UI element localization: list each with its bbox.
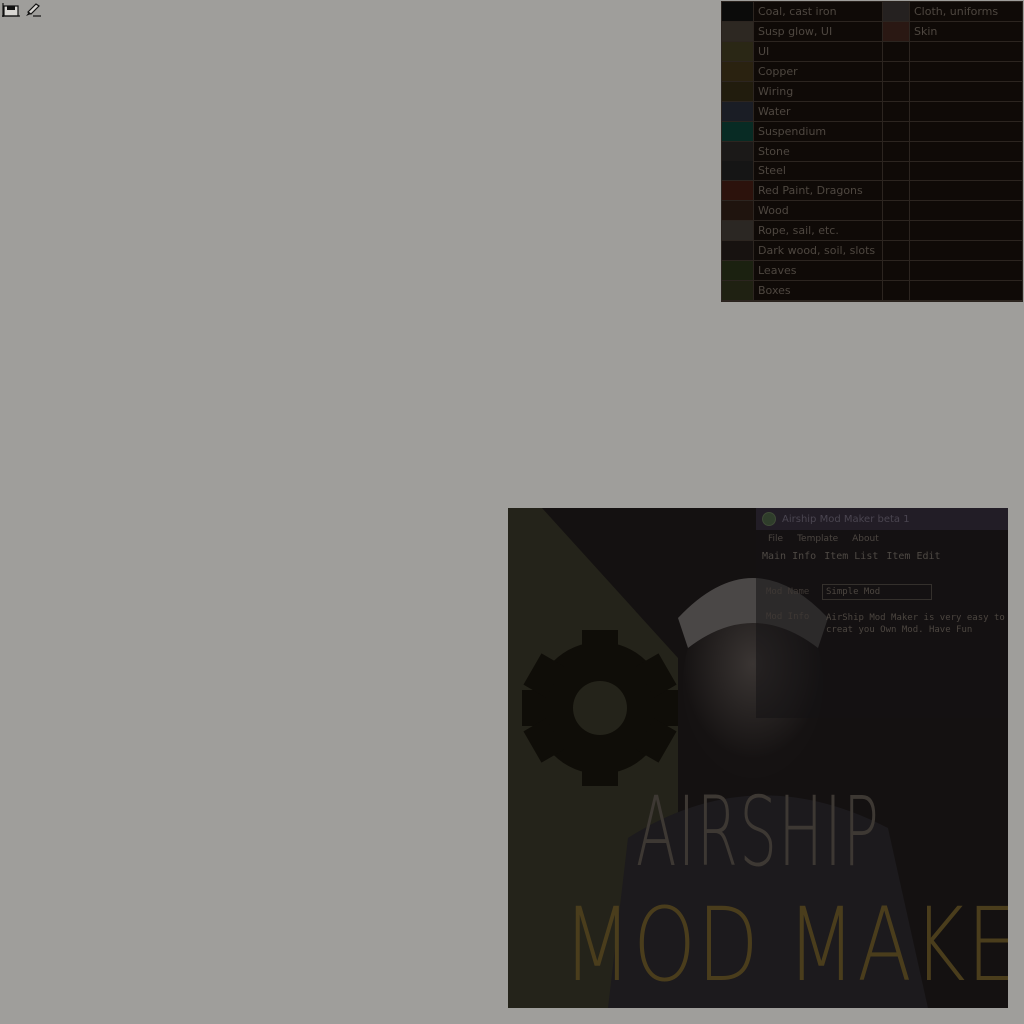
- mod-info-label: Mod Info: [766, 612, 810, 622]
- color-swatch[interactable]: [722, 281, 754, 301]
- color-swatch-secondary[interactable]: [882, 161, 910, 181]
- color-swatch-secondary[interactable]: [882, 241, 910, 261]
- palette-row-label: Stone: [758, 144, 790, 158]
- color-swatch-secondary[interactable]: [882, 81, 910, 101]
- palette-row-label: Susp glow, UI: [758, 24, 833, 38]
- color-swatch[interactable]: [722, 2, 754, 21]
- color-swatch[interactable]: [722, 21, 754, 41]
- color-swatch-secondary[interactable]: [882, 181, 910, 201]
- palette-row-label: Suspendium: [758, 124, 827, 138]
- palette-row[interactable]: Rope, sail, etc.: [722, 221, 1022, 242]
- tab-main-info[interactable]: Main Info: [762, 551, 816, 562]
- window-titlebar: Airship Mod Maker beta 1: [756, 508, 1008, 530]
- palette-row[interactable]: Red Paint, Dragons: [722, 181, 1022, 202]
- color-swatch[interactable]: [722, 261, 754, 281]
- brush-icon[interactable]: [24, 1, 42, 17]
- color-swatch-secondary[interactable]: [882, 2, 910, 21]
- color-swatch-secondary[interactable]: [882, 261, 910, 281]
- color-swatch[interactable]: [722, 241, 754, 261]
- palette-row[interactable]: Leaves: [722, 261, 1022, 282]
- color-swatch-secondary[interactable]: [882, 101, 910, 121]
- palette-row-label: Coal, cast iron: [758, 5, 837, 18]
- palette-row[interactable]: Suspendium: [722, 121, 1022, 142]
- save-icon[interactable]: [2, 1, 20, 17]
- palette-row[interactable]: Water: [722, 101, 1022, 122]
- palette-row-label-secondary: Cloth, uniforms: [914, 5, 999, 18]
- palette-row[interactable]: Susp glow, UI Skin: [722, 21, 1022, 42]
- color-swatch[interactable]: [722, 121, 754, 141]
- color-swatch-secondary[interactable]: [882, 21, 910, 41]
- color-swatch[interactable]: [722, 161, 754, 181]
- color-swatch-secondary[interactable]: [882, 141, 910, 161]
- menu-file[interactable]: File: [768, 534, 783, 544]
- palette-row[interactable]: Dark wood, soil, slots: [722, 241, 1022, 262]
- cover-title-airship: AIRSHIP: [635, 776, 881, 888]
- color-swatch[interactable]: [722, 141, 754, 161]
- color-swatch[interactable]: [722, 81, 754, 101]
- menu-bar: File Template About: [756, 530, 1008, 548]
- palette-row-label: Water: [758, 104, 791, 118]
- menu-template[interactable]: Template: [797, 534, 838, 544]
- palette-row-label: Wood: [758, 204, 789, 218]
- palette-row-label: Boxes: [758, 284, 791, 298]
- tab-item-edit[interactable]: Item Edit: [886, 551, 940, 562]
- palette-row-label: Wiring: [758, 84, 794, 98]
- mod-maker-window: Airship Mod Maker beta 1 File Template A…: [756, 508, 1008, 718]
- palette-row-label: Rope, sail, etc.: [758, 224, 839, 238]
- palette-row-label: UI: [758, 44, 770, 58]
- color-swatch-secondary[interactable]: [882, 281, 910, 301]
- mod-name-input[interactable]: Simple Mod: [822, 584, 932, 600]
- palette-row-label: Dark wood, soil, slots: [758, 244, 876, 258]
- palette-row[interactable]: Boxes: [722, 281, 1022, 302]
- palette-row-label: Copper: [758, 64, 798, 78]
- palette-row[interactable]: Coal, cast iron Cloth, uniforms: [722, 2, 1022, 22]
- app-icon: [762, 512, 776, 526]
- top-toolbar: [0, 0, 44, 18]
- menu-about[interactable]: About: [852, 534, 879, 544]
- color-swatch-secondary[interactable]: [882, 41, 910, 61]
- mod-name-label: Mod Name: [766, 587, 810, 597]
- palette-row[interactable]: Stone: [722, 141, 1022, 162]
- color-swatch[interactable]: [722, 221, 754, 241]
- palette-row[interactable]: Wiring: [722, 81, 1022, 102]
- color-swatch[interactable]: [722, 181, 754, 201]
- color-swatch[interactable]: [722, 41, 754, 61]
- color-swatch[interactable]: [722, 61, 754, 81]
- color-swatch-secondary[interactable]: [882, 61, 910, 81]
- cover-title-mod-maker: MOD MAKER: [563, 886, 1008, 1005]
- palette-row[interactable]: UI: [722, 41, 1022, 62]
- color-swatch[interactable]: [722, 201, 754, 221]
- color-swatch-secondary[interactable]: [882, 221, 910, 241]
- palette-row-label-secondary: Skin: [914, 24, 938, 38]
- palette-row[interactable]: Wood: [722, 201, 1022, 222]
- mod-info-text[interactable]: AirShip Mod Maker is very easy to creat …: [826, 612, 1006, 636]
- mod-maker-cover-image: Airship Mod Maker beta 1 File Template A…: [508, 508, 1008, 1008]
- palette-row-label: Red Paint, Dragons: [758, 184, 863, 198]
- palette-row-label: Leaves: [758, 264, 797, 278]
- window-title: Airship Mod Maker beta 1: [782, 513, 910, 525]
- tab-item-list[interactable]: Item List: [824, 551, 878, 562]
- palette-row-label: Steel: [758, 164, 786, 178]
- tab-bar: Main Info Item List Item Edit: [756, 551, 1008, 562]
- color-swatch-secondary[interactable]: [882, 121, 910, 141]
- color-swatch[interactable]: [722, 101, 754, 121]
- color-swatch-secondary[interactable]: [882, 201, 910, 221]
- color-palette-table: Coal, cast iron Cloth, uniforms Susp glow,…: [721, 1, 1023, 302]
- palette-row[interactable]: Copper: [722, 61, 1022, 82]
- palette-row[interactable]: Steel: [722, 161, 1022, 182]
